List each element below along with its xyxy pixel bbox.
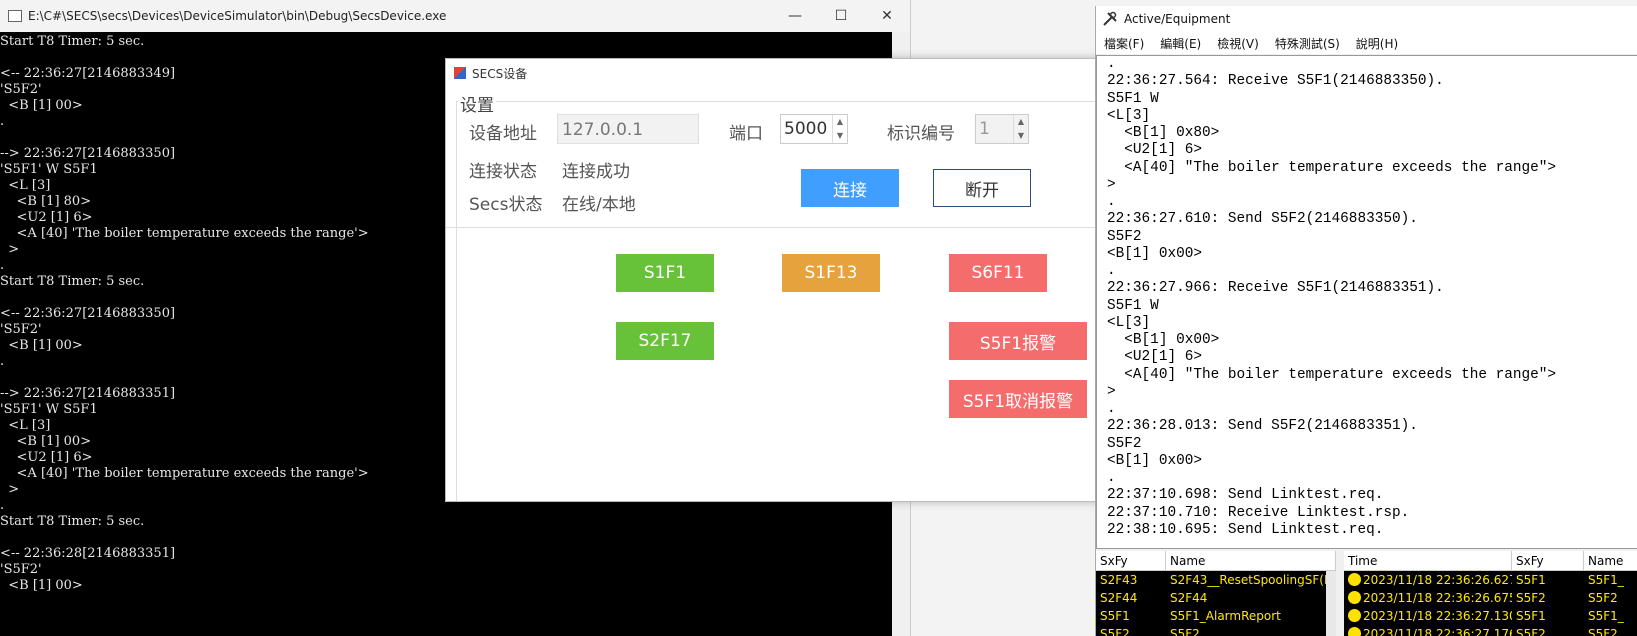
column-header[interactable]: Name [1166, 551, 1336, 571]
sxfy-list[interactable]: SxFy Name S2F43 S2F43__ResetSpoolingSF(E… [1096, 551, 1336, 636]
list-cell: S5F1_AlarmReport [1170, 609, 1281, 623]
list-cell: S5F2 [1516, 591, 1546, 605]
close-button[interactable]: ✕ [864, 0, 910, 32]
list-cell: S5F1_ [1588, 573, 1624, 587]
list-cell: 2023/11/18 22:36:26.627 [1363, 573, 1512, 587]
s1f1-button[interactable]: S1F1 [616, 254, 714, 292]
tools-icon [1103, 11, 1117, 26]
list-cell: S5F1_ [1588, 609, 1624, 623]
list-cell: S5F2 [1588, 627, 1618, 636]
s2f17-button[interactable]: S2F17 [616, 322, 714, 360]
secs-device-dialog: SECS设备 设置 设备地址 127.0.0.1 端口 5000 ▲ ▼ 标识编号… [445, 58, 1102, 502]
list-cell: S5F2 [1100, 627, 1130, 636]
list-item[interactable]: S2F44 S2F44 [1096, 589, 1336, 607]
list-cell: 2023/11/18 22:36:26.675 [1363, 591, 1512, 605]
secs-app-icon [454, 67, 466, 79]
settings-group-label: 设置 [458, 91, 496, 116]
secs-state-value: 在线/本地 [562, 195, 636, 215]
list-item[interactable]: S5F1 S5F1_AlarmReport [1096, 607, 1336, 625]
list-item[interactable]: S5F2 S5F2 [1096, 625, 1336, 636]
message-log-text: . 22:36:27.564: Receive S5F1(2146883350)… [1107, 56, 1557, 538]
id-label: 标识编号 [887, 124, 955, 144]
secs-title: SECS设备 [472, 66, 528, 81]
group-border [456, 101, 1101, 102]
list-cell: S5F1 [1100, 609, 1130, 623]
address-label: 设备地址 [469, 124, 537, 144]
conn-state-label: 连接状态 [469, 162, 537, 182]
spin-arrows-icon[interactable]: ▲ ▼ [832, 115, 847, 143]
list-scrollbar[interactable] [1326, 571, 1336, 636]
menu-file[interactable]: 檔案(F) [1104, 35, 1144, 52]
message-lists: SxFy Name S2F43 S2F43__ResetSpoolingSF(E… [1096, 551, 1637, 636]
console-app-icon [8, 10, 22, 22]
list-cell: S2F43 [1100, 573, 1138, 587]
list-cell: S5F2 [1170, 627, 1200, 636]
maximize-button[interactable]: ☐ [818, 0, 864, 32]
menu-view[interactable]: 檢視(V) [1217, 35, 1259, 52]
smiley-icon [1348, 627, 1361, 636]
minimize-button[interactable]: — [772, 0, 818, 32]
sxfy-list-header: SxFy Name [1096, 551, 1336, 571]
secs-state-label: Secs状态 [469, 195, 543, 215]
conn-state-value: 连接成功 [562, 162, 630, 182]
list-item[interactable]: S2F43 S2F43__ResetSpoolingSF(Er [1096, 571, 1336, 589]
column-header[interactable]: Time [1344, 551, 1512, 571]
s5f1-alarm-button[interactable]: S5F1报警 [949, 322, 1087, 360]
menu-bar: 檔案(F) 編輯(E) 檢視(V) 特殊測試(S) 說明(H) [1096, 32, 1637, 54]
id-value: 1 [979, 119, 990, 139]
message-log[interactable]: . 22:36:27.564: Receive S5F1(2146883350)… [1096, 55, 1637, 549]
equipment-titlebar: Active/Equipment [1096, 6, 1637, 32]
port-label: 端口 [729, 124, 763, 144]
equipment-title: Active/Equipment [1124, 12, 1231, 26]
connect-button[interactable]: 连接 [801, 169, 899, 207]
menu-help[interactable]: 說明(H) [1356, 35, 1398, 52]
history-list[interactable]: Time SxFy Name 2023/11/18 22:36:26.627 S… [1344, 551, 1637, 636]
smiley-icon [1348, 591, 1361, 604]
column-header[interactable]: SxFy [1512, 551, 1584, 571]
secs-titlebar: SECS设备 [446, 59, 1101, 87]
menu-edit[interactable]: 編輯(E) [1160, 35, 1201, 52]
group-border-left [456, 101, 457, 501]
history-list-header: Time SxFy Name [1344, 551, 1637, 571]
list-cell: S5F1 [1516, 573, 1546, 587]
divider [446, 227, 1101, 228]
list-item[interactable]: 2023/11/18 22:36:27.130 S5F1 S5F1_ [1344, 607, 1637, 625]
smiley-icon [1348, 573, 1361, 586]
list-cell: 2023/11/18 22:36:27.176 [1363, 627, 1512, 636]
s6f11-button[interactable]: S6F11 [949, 254, 1047, 292]
list-cell: S5F2 [1588, 591, 1618, 605]
address-field[interactable]: 127.0.0.1 [557, 114, 699, 144]
column-header[interactable]: Name [1584, 551, 1637, 571]
list-item[interactable]: 2023/11/18 22:36:26.675 S5F2 S5F2 [1344, 589, 1637, 607]
list-cell: S5F1 [1516, 609, 1546, 623]
port-value: 5000 [784, 119, 828, 139]
id-stepper[interactable]: 1 ▲ ▼ [975, 114, 1029, 144]
port-stepper[interactable]: 5000 ▲ ▼ [780, 114, 848, 144]
list-cell: S2F43__ResetSpoolingSF(Er [1170, 573, 1326, 587]
console-title: E:\C#\SECS\secs\Devices\DeviceSimulator\… [28, 9, 447, 23]
equipment-window: Active/Equipment 檔案(F) 編輯(E) 檢視(V) 特殊測試(… [1095, 6, 1637, 636]
list-cell: 2023/11/18 22:36:27.130 [1363, 609, 1512, 623]
list-item[interactable]: 2023/11/18 22:36:26.627 S5F1 S5F1_ [1344, 571, 1637, 589]
spin-arrows-icon[interactable]: ▲ ▼ [1013, 115, 1028, 143]
list-item[interactable]: 2023/11/18 22:36:27.176 S5F2 S5F2 [1344, 625, 1637, 636]
list-cell: S2F44 [1170, 591, 1208, 605]
column-header[interactable]: SxFy [1096, 551, 1166, 571]
disconnect-button[interactable]: 断开 [933, 169, 1031, 207]
smiley-icon [1348, 609, 1361, 622]
console-titlebar: E:\C#\SECS\secs\Devices\DeviceSimulator\… [0, 0, 910, 32]
s5f1-cancel-alarm-button[interactable]: S5F1取消报警 [949, 380, 1087, 418]
s1f13-button[interactable]: S1F13 [782, 254, 880, 292]
list-cell: S5F2 [1516, 627, 1546, 636]
menu-special-test[interactable]: 特殊測試(S) [1275, 35, 1340, 52]
list-cell: S2F44 [1100, 591, 1138, 605]
